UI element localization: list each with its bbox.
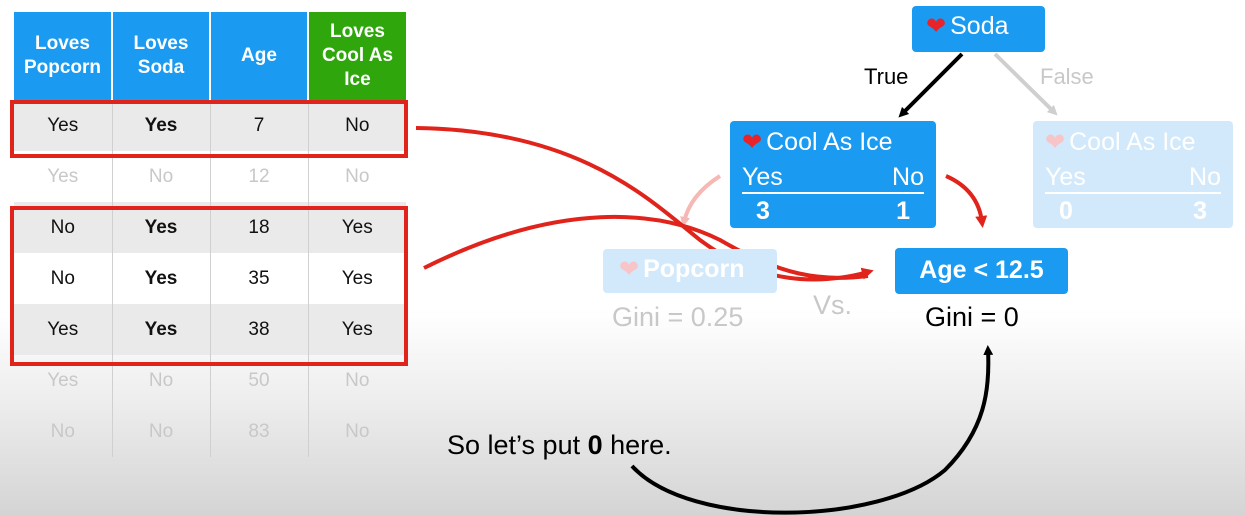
left-leaf-counts: 3 1 bbox=[742, 192, 924, 226]
left-leaf-yes-label: Yes bbox=[742, 163, 783, 191]
right-leaf-no-label: No bbox=[1189, 163, 1221, 191]
heart-icon: ❤ bbox=[742, 129, 763, 156]
age-node: Age < 12.5 bbox=[895, 248, 1068, 294]
right-leaf-counts: 0 3 bbox=[1045, 192, 1221, 226]
left-leaf-yes-count: 3 bbox=[756, 197, 770, 225]
popcorn-option-arrow bbox=[680, 174, 722, 227]
heart-icon: ❤ bbox=[1045, 129, 1066, 156]
right-leaf-labels: Yes No bbox=[1033, 162, 1233, 192]
popcorn-gini: Gini = 0.25 bbox=[612, 302, 744, 332]
left-leaf-title: Cool As Ice bbox=[766, 128, 893, 156]
heart-icon: ❤ bbox=[926, 13, 947, 40]
age-gini: Gini = 0 bbox=[925, 302, 1019, 332]
age-option-arrow bbox=[945, 174, 988, 228]
right-leaf-yes-count: 0 bbox=[1059, 197, 1073, 225]
caption-to-gini-arrow bbox=[630, 345, 994, 515]
right-leaf-no-count: 3 bbox=[1193, 197, 1207, 225]
caption-bold: 0 bbox=[587, 430, 603, 460]
root-node-label: Soda bbox=[950, 12, 1009, 40]
true-edge-label: True bbox=[864, 64, 909, 89]
versus-label: Vs. bbox=[813, 290, 853, 320]
caption: So let’s put 0 here. bbox=[447, 430, 672, 461]
root-node-soda: ❤ Soda bbox=[912, 6, 1045, 52]
right-leaf-title: Cool As Ice bbox=[1069, 128, 1196, 156]
caption-before: So let’s put bbox=[447, 430, 588, 460]
right-leaf-yes-label: Yes bbox=[1045, 163, 1086, 191]
false-edge-label: False bbox=[1040, 64, 1094, 89]
true-edge-arrow bbox=[898, 52, 964, 118]
caption-after: here. bbox=[602, 430, 672, 460]
left-leaf-labels: Yes No bbox=[730, 162, 936, 192]
left-leaf-no-label: No bbox=[892, 163, 924, 191]
right-leaf-node: ❤ Cool As Ice Yes No 0 3 bbox=[1033, 121, 1233, 228]
popcorn-node-label: Popcorn bbox=[643, 255, 745, 283]
left-leaf-no-count: 1 bbox=[896, 197, 910, 225]
heart-icon: ❤ bbox=[619, 256, 640, 283]
left-leaf-node: ❤ Cool As Ice Yes No 3 1 bbox=[730, 121, 936, 228]
popcorn-node: ❤ Popcorn bbox=[603, 249, 777, 293]
age-node-label: Age < 12.5 bbox=[919, 256, 1044, 284]
